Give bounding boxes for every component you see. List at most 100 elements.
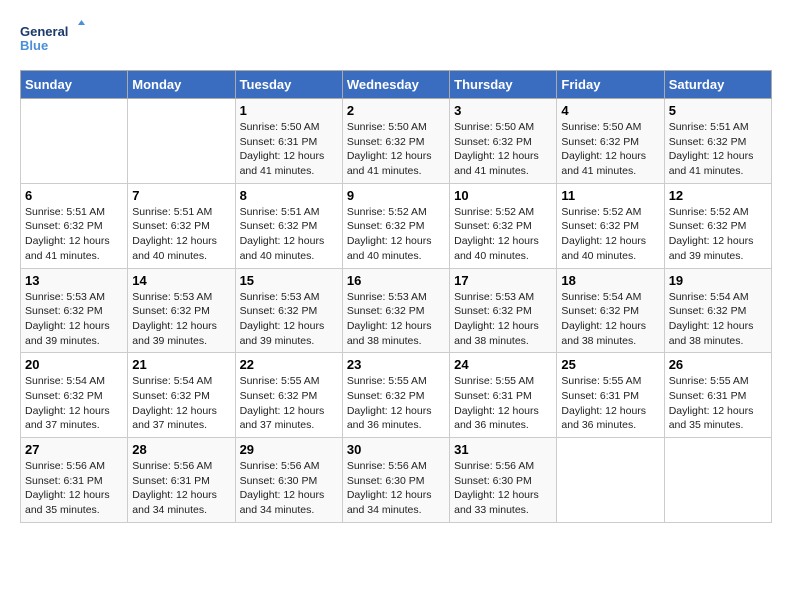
day-cell: 5Sunrise: 5:51 AM Sunset: 6:32 PM Daylig…: [664, 99, 771, 184]
day-cell: 6 Sunrise: 5:51 AM Sunset: 6:32 PM Daylig…: [21, 183, 128, 268]
day-cell: [21, 99, 128, 184]
day-number: 9: [347, 188, 445, 203]
day-info: Sunrise: 5:56 AM Sunset: 6:30 PM Dayligh…: [347, 459, 445, 518]
day-info: Sunrise: 5:53 AM Sunset: 6:32 PM Dayligh…: [25, 290, 123, 349]
day-cell: 11 Sunrise: 5:52 AM Sunset: 6:32 PM Dayli…: [557, 183, 664, 268]
day-number: 25: [561, 357, 659, 372]
day-info: Sunrise: 5:50 AM Sunset: 6:32 PM Dayligh…: [347, 120, 445, 179]
day-number: 31: [454, 442, 552, 457]
day-number: 18: [561, 273, 659, 288]
day-number: 27: [25, 442, 123, 457]
day-cell: 27 Sunrise: 5:56 AM Sunset: 6:31 PM Dayli…: [21, 438, 128, 523]
day-cell: 9 Sunrise: 5:52 AM Sunset: 6:32 PM Daylig…: [342, 183, 449, 268]
day-number: 23: [347, 357, 445, 372]
day-cell: 15 Sunrise: 5:53 AM Sunset: 6:32 PM Dayli…: [235, 268, 342, 353]
calendar-body: 1 Sunrise: 5:50 AM Sunset: 6:31 PM Daylig…: [21, 99, 772, 523]
day-info: Sunrise: 5:54 AM Sunset: 6:32 PM Dayligh…: [561, 290, 659, 349]
header-monday: Monday: [128, 71, 235, 99]
day-cell: [557, 438, 664, 523]
day-info: Sunrise: 5:55 AM Sunset: 6:32 PM Dayligh…: [347, 374, 445, 433]
day-cell: 14 Sunrise: 5:53 AM Sunset: 6:32 PM Dayli…: [128, 268, 235, 353]
day-cell: 13 Sunrise: 5:53 AM Sunset: 6:32 PM Dayli…: [21, 268, 128, 353]
header-friday: Friday: [557, 71, 664, 99]
header-saturday: Saturday: [664, 71, 771, 99]
day-info: Sunrise: 5:55 AM Sunset: 6:32 PM Dayligh…: [240, 374, 338, 433]
day-number: 7: [132, 188, 230, 203]
day-info: Sunrise: 5:51 AM Sunset: 6:32 PM Dayligh…: [25, 205, 123, 264]
day-number: 30: [347, 442, 445, 457]
svg-text:General: General: [20, 24, 68, 39]
day-info: Sunrise: 5:50 AM Sunset: 6:31 PM Dayligh…: [240, 120, 338, 179]
day-info: Sunrise: 5:53 AM Sunset: 6:32 PM Dayligh…: [454, 290, 552, 349]
day-info: Sunrise: 5:53 AM Sunset: 6:32 PM Dayligh…: [132, 290, 230, 349]
day-cell: 29Sunrise: 5:56 AM Sunset: 6:30 PM Dayli…: [235, 438, 342, 523]
day-info: Sunrise: 5:50 AM Sunset: 6:32 PM Dayligh…: [454, 120, 552, 179]
week-row-3: 13 Sunrise: 5:53 AM Sunset: 6:32 PM Dayli…: [21, 268, 772, 353]
day-number: 14: [132, 273, 230, 288]
header-sunday: Sunday: [21, 71, 128, 99]
day-number: 2: [347, 103, 445, 118]
day-number: 6: [25, 188, 123, 203]
day-number: 19: [669, 273, 767, 288]
day-cell: 12Sunrise: 5:52 AM Sunset: 6:32 PM Dayli…: [664, 183, 771, 268]
day-cell: 3 Sunrise: 5:50 AM Sunset: 6:32 PM Daylig…: [450, 99, 557, 184]
day-cell: 10Sunrise: 5:52 AM Sunset: 6:32 PM Dayli…: [450, 183, 557, 268]
header-wednesday: Wednesday: [342, 71, 449, 99]
day-cell: 8Sunrise: 5:51 AM Sunset: 6:32 PM Daylig…: [235, 183, 342, 268]
week-row-1: 1 Sunrise: 5:50 AM Sunset: 6:31 PM Daylig…: [21, 99, 772, 184]
day-number: 13: [25, 273, 123, 288]
day-info: Sunrise: 5:50 AM Sunset: 6:32 PM Dayligh…: [561, 120, 659, 179]
day-info: Sunrise: 5:51 AM Sunset: 6:32 PM Dayligh…: [669, 120, 767, 179]
day-number: 22: [240, 357, 338, 372]
day-info: Sunrise: 5:52 AM Sunset: 6:32 PM Dayligh…: [561, 205, 659, 264]
day-number: 21: [132, 357, 230, 372]
day-cell: [128, 99, 235, 184]
day-cell: [664, 438, 771, 523]
day-info: Sunrise: 5:56 AM Sunset: 6:31 PM Dayligh…: [25, 459, 123, 518]
day-number: 20: [25, 357, 123, 372]
day-info: Sunrise: 5:51 AM Sunset: 6:32 PM Dayligh…: [132, 205, 230, 264]
day-number: 10: [454, 188, 552, 203]
day-number: 15: [240, 273, 338, 288]
day-info: Sunrise: 5:55 AM Sunset: 6:31 PM Dayligh…: [561, 374, 659, 433]
week-row-4: 20 Sunrise: 5:54 AM Sunset: 6:32 PM Dayli…: [21, 353, 772, 438]
day-info: Sunrise: 5:55 AM Sunset: 6:31 PM Dayligh…: [454, 374, 552, 433]
calendar-table: SundayMondayTuesdayWednesdayThursdayFrid…: [20, 70, 772, 523]
day-cell: 17 Sunrise: 5:53 AM Sunset: 6:32 PM Dayli…: [450, 268, 557, 353]
day-number: 17: [454, 273, 552, 288]
day-number: 28: [132, 442, 230, 457]
day-cell: 31 Sunrise: 5:56 AM Sunset: 6:30 PM Dayli…: [450, 438, 557, 523]
page-header: General Blue: [20, 20, 772, 60]
day-info: Sunrise: 5:52 AM Sunset: 6:32 PM Dayligh…: [347, 205, 445, 264]
day-cell: 19 Sunrise: 5:54 AM Sunset: 6:32 PM Dayli…: [664, 268, 771, 353]
header-tuesday: Tuesday: [235, 71, 342, 99]
day-cell: 18 Sunrise: 5:54 AM Sunset: 6:32 PM Dayli…: [557, 268, 664, 353]
day-number: 11: [561, 188, 659, 203]
day-number: 3: [454, 103, 552, 118]
day-number: 24: [454, 357, 552, 372]
day-number: 16: [347, 273, 445, 288]
day-cell: 4Sunrise: 5:50 AM Sunset: 6:32 PM Daylig…: [557, 99, 664, 184]
day-cell: 30 Sunrise: 5:56 AM Sunset: 6:30 PM Dayli…: [342, 438, 449, 523]
logo: General Blue: [20, 20, 90, 60]
day-cell: 25 Sunrise: 5:55 AM Sunset: 6:31 PM Dayli…: [557, 353, 664, 438]
day-cell: 28Sunrise: 5:56 AM Sunset: 6:31 PM Dayli…: [128, 438, 235, 523]
week-row-2: 6 Sunrise: 5:51 AM Sunset: 6:32 PM Daylig…: [21, 183, 772, 268]
day-info: Sunrise: 5:53 AM Sunset: 6:32 PM Dayligh…: [347, 290, 445, 349]
day-cell: 20Sunrise: 5:54 AM Sunset: 6:32 PM Dayli…: [21, 353, 128, 438]
day-cell: 23 Sunrise: 5:55 AM Sunset: 6:32 PM Dayli…: [342, 353, 449, 438]
day-cell: 7 Sunrise: 5:51 AM Sunset: 6:32 PM Daylig…: [128, 183, 235, 268]
day-number: 12: [669, 188, 767, 203]
day-info: Sunrise: 5:55 AM Sunset: 6:31 PM Dayligh…: [669, 374, 767, 433]
day-info: Sunrise: 5:53 AM Sunset: 6:32 PM Dayligh…: [240, 290, 338, 349]
day-cell: 16 Sunrise: 5:53 AM Sunset: 6:32 PM Dayli…: [342, 268, 449, 353]
day-info: Sunrise: 5:56 AM Sunset: 6:30 PM Dayligh…: [454, 459, 552, 518]
day-number: 1: [240, 103, 338, 118]
day-number: 26: [669, 357, 767, 372]
day-info: Sunrise: 5:51 AM Sunset: 6:32 PM Dayligh…: [240, 205, 338, 264]
week-row-5: 27 Sunrise: 5:56 AM Sunset: 6:31 PM Dayli…: [21, 438, 772, 523]
day-cell: 24 Sunrise: 5:55 AM Sunset: 6:31 PM Dayli…: [450, 353, 557, 438]
day-info: Sunrise: 5:56 AM Sunset: 6:30 PM Dayligh…: [240, 459, 338, 518]
day-info: Sunrise: 5:54 AM Sunset: 6:32 PM Dayligh…: [669, 290, 767, 349]
day-info: Sunrise: 5:54 AM Sunset: 6:32 PM Dayligh…: [132, 374, 230, 433]
